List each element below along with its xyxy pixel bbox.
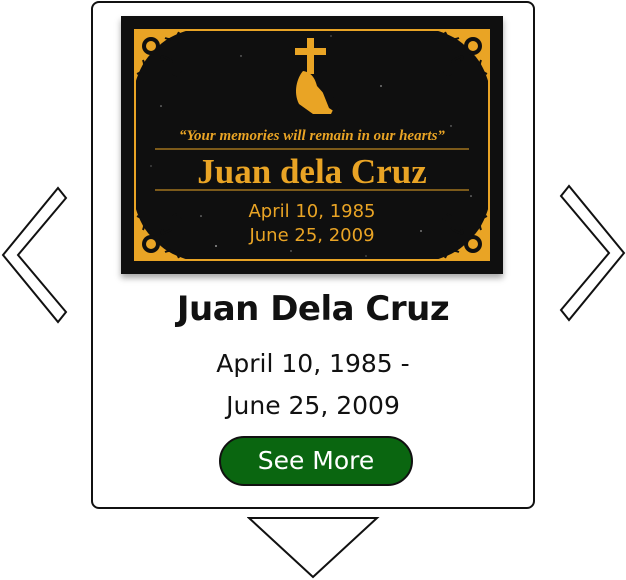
see-more-button[interactable]: See More <box>219 436 413 486</box>
plaque-name: Juan dela Cruz <box>197 152 426 191</box>
memorial-plaque-image: “Your memories will remain in our hearts… <box>121 16 503 274</box>
chevron-right-icon <box>559 184 626 322</box>
plaque-birth-date: April 10, 1985 <box>248 201 375 222</box>
next-button[interactable] <box>557 183 626 323</box>
triangle-down-icon <box>247 517 380 579</box>
plaque-quote: “Your memories will remain in our hearts… <box>179 128 445 144</box>
birth-date: April 10, 1985 - <box>216 349 410 378</box>
plaque-graphic: “Your memories will remain in our hearts… <box>121 16 503 274</box>
memorial-card: “Your memories will remain in our hearts… <box>91 1 535 509</box>
plaque-death-date: June 25, 2009 <box>248 225 374 246</box>
death-date: June 25, 2009 <box>226 391 400 420</box>
previous-button[interactable] <box>0 185 70 325</box>
chevron-left-icon <box>1 186 68 324</box>
scroll-down-button[interactable] <box>247 516 381 580</box>
memorial-dates: April 10, 1985 - June 25, 2009 <box>93 343 533 427</box>
memorial-name: Juan Dela Cruz <box>176 289 450 329</box>
